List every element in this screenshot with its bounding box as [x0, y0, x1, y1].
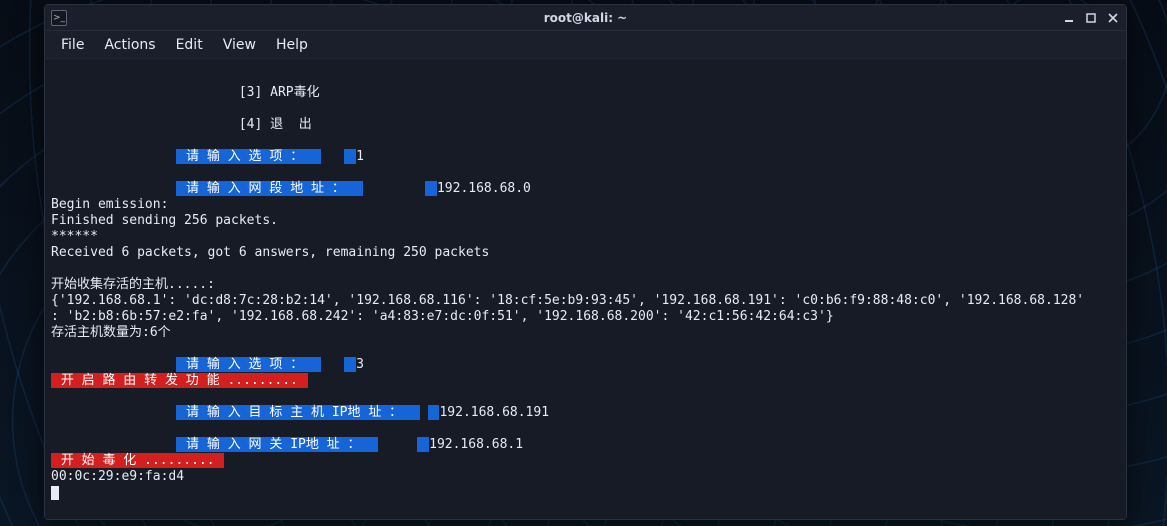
menu-edit[interactable]: Edit: [168, 34, 211, 56]
prompt-target-ip-line: 请 输 入 目 标 主 机 IP地 址 ： 192.168.68.191: [51, 405, 549, 420]
menu-view[interactable]: View: [215, 34, 264, 56]
minimize-button[interactable]: [1062, 11, 1076, 25]
line-received: Received 6 packets, got 6 answers, remai…: [51, 245, 489, 260]
terminal-app-icon: >_: [51, 10, 67, 26]
line-hosts-dict-1: {'192.168.68.1': 'dc:d8:7c:28:b2:14', '1…: [51, 293, 1084, 308]
input-segment: 192.168.68.0: [437, 181, 531, 196]
line-collect-header: 开始收集存活的主机.....:: [51, 277, 215, 292]
line-finished-sending: Finished sending 256 packets.: [51, 213, 278, 228]
window-controls: [1062, 11, 1120, 25]
prompt-target-ip: 请 输 入 目 标 主 机 IP地 址 ：: [176, 405, 420, 420]
line-stars: ******: [51, 229, 98, 244]
prompt-gateway-ip: 请 输 入 网 关 IP地 址 ：: [176, 437, 378, 452]
prompt-option-2-line: 请 输 入 选 项 ： 3: [51, 357, 364, 372]
titlebar[interactable]: >_ root@kali: ~: [45, 5, 1126, 31]
terminal-cursor: [51, 486, 59, 500]
banner-forward-enable: 开 启 路 由 转 发 功 能 .........: [51, 373, 308, 388]
input-option-2: 3: [356, 357, 364, 372]
prompt-choose-option-2: 请 输 入 选 项 ：: [176, 357, 321, 372]
terminal-window: >_ root@kali: ~ File Actions Edit View H…: [44, 4, 1127, 520]
terminal-output[interactable]: [3] ARP毒化 [4] 退 出 请 输 入 选 项 ： 1 请 输 入 网 …: [45, 59, 1126, 519]
maximize-button[interactable]: [1084, 11, 1098, 25]
close-button[interactable]: [1106, 11, 1120, 25]
input-gateway-ip: 192.168.68.1: [429, 437, 523, 452]
menu-line-3: [3] ARP毒化: [51, 85, 320, 100]
menu-file[interactable]: File: [53, 34, 92, 56]
prompt-segment-line: 请 输 入 网 段 地 址 ： 192.168.68.0: [51, 181, 531, 196]
input-target-ip: 192.168.68.191: [439, 405, 549, 420]
menu-help[interactable]: Help: [268, 34, 316, 56]
prompt-choose-option: 请 输 入 选 项 ：: [176, 149, 321, 164]
line-begin-emission: Begin emission:: [51, 197, 168, 212]
prompt-option-1-line: 请 输 入 选 项 ： 1: [51, 149, 364, 164]
window-title: root@kali: ~: [45, 11, 1126, 25]
line-alive-count: 存活主机数量为:6个: [51, 325, 171, 340]
menu-line-4: [4] 退 出: [51, 117, 312, 132]
prompt-enter-segment: 请 输 入 网 段 地 址 ：: [176, 181, 362, 196]
input-option-1: 1: [356, 149, 364, 164]
line-mac: 00:0c:29:e9:fa:d4: [51, 469, 184, 484]
prompt-gateway-ip-line: 请 输 入 网 关 IP地 址 ： 192.168.68.1: [51, 437, 523, 452]
menu-actions[interactable]: Actions: [96, 34, 163, 56]
banner-start-poison: 开 始 毒 化 .........: [51, 453, 224, 468]
line-hosts-dict-2: : 'b2:b8:6b:57:e2:fa', '192.168.68.242':…: [51, 309, 834, 324]
menubar: File Actions Edit View Help: [45, 31, 1126, 59]
